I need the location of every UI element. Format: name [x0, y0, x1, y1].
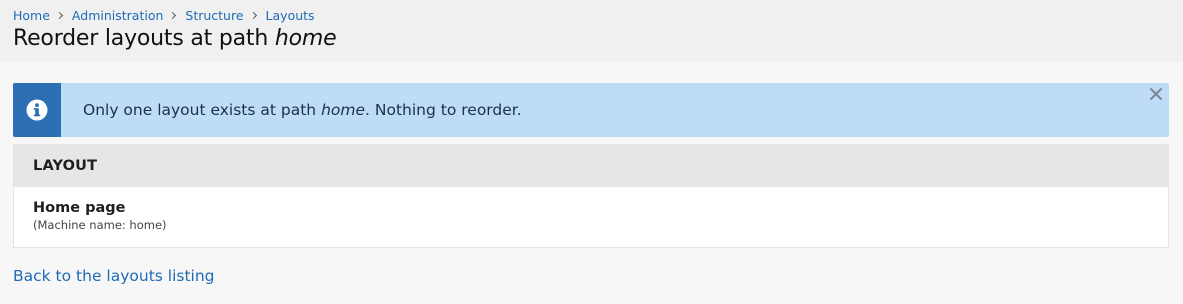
table-header: LAYOUT	[14, 145, 1168, 187]
breadcrumb-administration-link[interactable]: Administration	[72, 8, 163, 23]
breadcrumb-home-link[interactable]: Home	[13, 8, 50, 23]
chevron-right-icon	[55, 11, 63, 19]
page-title-prefix: Reorder layouts at path	[13, 26, 275, 51]
status-message: Only one layout exists at path home. Not…	[13, 83, 1169, 137]
message-path: home	[321, 101, 366, 119]
message-text-before: Only one layout exists at path	[83, 101, 317, 119]
chevron-right-icon	[249, 11, 257, 19]
message-icon-box	[13, 83, 61, 137]
layout-machine-name: (Machine name: home)	[33, 218, 167, 232]
page-title-path: home	[274, 26, 337, 51]
message-text: Only one layout exists at path home. Not…	[61, 83, 522, 137]
layout-name: Home page	[33, 200, 126, 216]
back-to-layouts-link[interactable]: Back to the layouts listing	[13, 267, 215, 285]
layouts-table: LAYOUT Home page (Machine name: home)	[13, 144, 1169, 248]
chevron-right-icon	[169, 11, 177, 19]
page-header: Home Administration Structure Layouts Re…	[0, 0, 1183, 62]
page-title: Reorder layouts at path home	[13, 26, 1170, 52]
breadcrumb-layouts-link[interactable]: Layouts	[266, 8, 315, 23]
info-icon	[26, 99, 48, 121]
table-row: Home page (Machine name: home)	[14, 187, 1168, 247]
close-icon[interactable]	[1149, 87, 1163, 101]
breadcrumb-structure-link[interactable]: Structure	[185, 8, 243, 23]
message-text-after: . Nothing to reorder.	[365, 101, 522, 119]
breadcrumb: Home Administration Structure Layouts	[13, 7, 1170, 23]
main-content: Only one layout exists at path home. Not…	[0, 62, 1183, 285]
